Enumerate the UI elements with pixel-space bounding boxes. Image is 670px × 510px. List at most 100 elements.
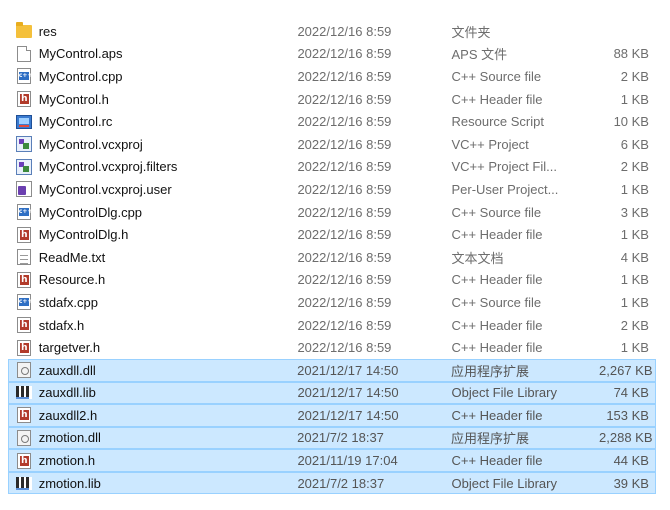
file-icon-cell [13,429,35,446]
file-icon-cell: h [13,339,35,356]
vcxproj-user-icon [15,181,32,198]
file-type: C++ Header file [451,407,543,423]
file-row[interactable]: h stdafx.h 2022/12/16 8:59 C++ Header file 2… [8,314,656,337]
dll-file-icon [16,429,31,446]
file-icon-cell [13,114,35,129]
file-date-modified: 2022/12/16 8:59 [297,136,392,152]
file-size: 1 KB [620,227,649,243]
file-row[interactable]: zauxdll.lib 2021/12/17 14:50 Object File L… [8,381,656,405]
file-name: ReadMe.txt [38,249,106,265]
file-row[interactable]: zmotion.lib 2021/7/2 18:37 Object File Lib… [8,471,656,495]
file-date-modified: 2022/12/16 8:59 [297,249,392,265]
file-type: Resource Script [451,114,544,130]
file-icon-cell [13,362,35,379]
vcxproj-filters-icon [15,158,32,175]
file-name: MyControl.vcxproj [38,136,143,152]
file-size: 1 KB [620,91,649,107]
header-file-icon: h [16,271,31,288]
file-icon-cell [13,158,35,175]
file-row[interactable]: h targetver.h 2022/12/16 8:59 C++ Header fi… [8,336,656,359]
file-type: C++ Source file [451,68,542,84]
file-name: zmotion.dll [38,430,101,446]
file-name: MyControl.vcxproj.user [38,181,172,197]
file-type: 应用程序扩展 [451,363,530,379]
file-name: stdafx.cpp [38,294,98,310]
file-date-modified: 2021/12/17 14:50 [297,407,399,423]
file-name: Resource.h [38,272,106,288]
file-icon-cell: h [13,271,35,288]
file-type: Object File Library [451,385,557,401]
file-name: zauxdll2.h [38,407,98,423]
file-icon-cell [13,181,35,198]
file-type: VC++ Project Fil... [451,159,557,175]
file-icon-cell [13,45,35,62]
file-date-modified: 2022/12/16 8:59 [297,294,392,310]
cpp-file-icon: c++ [16,294,32,311]
lib-file-icon [15,386,32,400]
file-row[interactable]: MyControl.aps 2022/12/16 8:59 APS 文件 88 KB [8,43,656,66]
file-type: C++ Header file [451,453,543,469]
file-row[interactable]: h zauxdll2.h 2021/12/17 14:50 C++ Header fi… [8,404,656,427]
file-type: Per-User Project... [451,181,559,197]
file-row[interactable]: ReadMe.txt 2022/12/16 8:59 文本文档 4 KB [8,246,656,269]
lib-file-icon [15,476,32,490]
file-name: stdafx.h [38,317,85,333]
file-explorer-window: res 2022/12/16 8:59 文件夹 MyControl.aps 2022/1… [0,0,670,510]
file-row[interactable]: MyControl.vcxproj 2022/12/16 8:59 VC++ Pro… [8,133,656,156]
file-date-modified: 2022/12/16 8:59 [297,317,392,333]
file-icon-cell [13,249,35,266]
file-type: C++ Source file [451,294,542,310]
dll-file-icon [16,362,31,379]
header-file-icon: h [16,452,31,469]
file-name: zauxdll.lib [38,385,96,401]
file-row[interactable]: h Resource.h 2022/12/16 8:59 C++ Header fil… [8,269,656,292]
file-row[interactable]: zauxdll.dll 2021/12/17 14:50 应用程序扩展 2,267 K… [8,358,656,382]
file-row[interactable]: c++ MyControl.cpp 2022/12/16 8:59 C++ Sourc… [8,65,656,88]
file-type: C++ Header file [451,317,543,333]
file-type: 应用程序扩展 [451,431,530,447]
file-size: 88 KB [613,46,649,62]
file-size: 2 KB [620,317,649,333]
file-icon-cell [13,386,35,400]
file-date-modified: 2021/7/2 18:37 [297,430,384,446]
file-row[interactable]: h MyControl.h 2022/12/16 8:59 C++ Header fi… [8,88,656,111]
file-icon-cell: h [13,91,35,108]
header-file-icon: h [16,91,31,108]
file-name: MyControlDlg.h [38,227,129,243]
file-size: 10 KB [613,114,649,130]
header-file-icon: h [16,226,31,243]
text-file-icon [16,249,31,266]
file-row[interactable]: h zmotion.h 2021/11/19 17:04 C++ Header fil… [8,449,656,472]
file-date-modified: 2022/12/16 8:59 [297,340,392,356]
file-size: 1 KB [620,294,649,310]
file-date-modified: 2022/12/16 8:59 [297,68,392,84]
file-row[interactable]: MyControl.vcxproj.filters 2022/12/16 8:59… [8,156,656,179]
file-icon-cell: c++ [13,294,35,311]
file-icon-cell [13,136,35,153]
file-row[interactable]: MyControl.vcxproj.user 2022/12/16 8:59 Per… [8,178,656,201]
file-date-modified: 2022/12/16 8:59 [297,159,392,175]
vcxproj-icon [15,136,32,153]
file-size: 1 KB [620,340,649,356]
file-date-modified: 2021/12/17 14:50 [297,362,399,378]
file-row[interactable]: res 2022/12/16 8:59 文件夹 [8,20,656,43]
file-size: 44 KB [613,453,649,469]
file-row[interactable]: c++ MyControlDlg.cpp 2022/12/16 8:59 C++ So… [8,201,656,224]
file-row[interactable]: MyControl.rc 2022/12/16 8:59 Resource Scri… [8,110,656,133]
file-size: 4 KB [620,249,649,265]
file-row[interactable]: h MyControlDlg.h 2022/12/16 8:59 C++ Header… [8,223,656,246]
file-row[interactable]: zmotion.dll 2021/7/2 18:37 应用程序扩展 2,288 KB [8,426,656,450]
file-size: 3 KB [620,204,649,220]
file-date-modified: 2021/12/17 14:50 [297,385,399,401]
file-icon-cell [13,476,35,490]
file-date-modified: 2022/12/16 8:59 [297,181,392,197]
file-icon-cell: h [13,317,35,334]
file-date-modified: 2022/12/16 8:59 [297,272,392,288]
file-size: 2 KB [620,159,649,175]
file-type: 文本文档 [451,250,504,266]
header-file-icon: h [16,339,31,356]
file-row[interactable]: c++ stdafx.cpp 2022/12/16 8:59 C++ Source f… [8,291,656,314]
file-size: 2,267 KB [599,362,653,378]
cpp-file-icon: c++ [16,68,32,85]
file-date-modified: 2021/7/2 18:37 [297,475,385,491]
